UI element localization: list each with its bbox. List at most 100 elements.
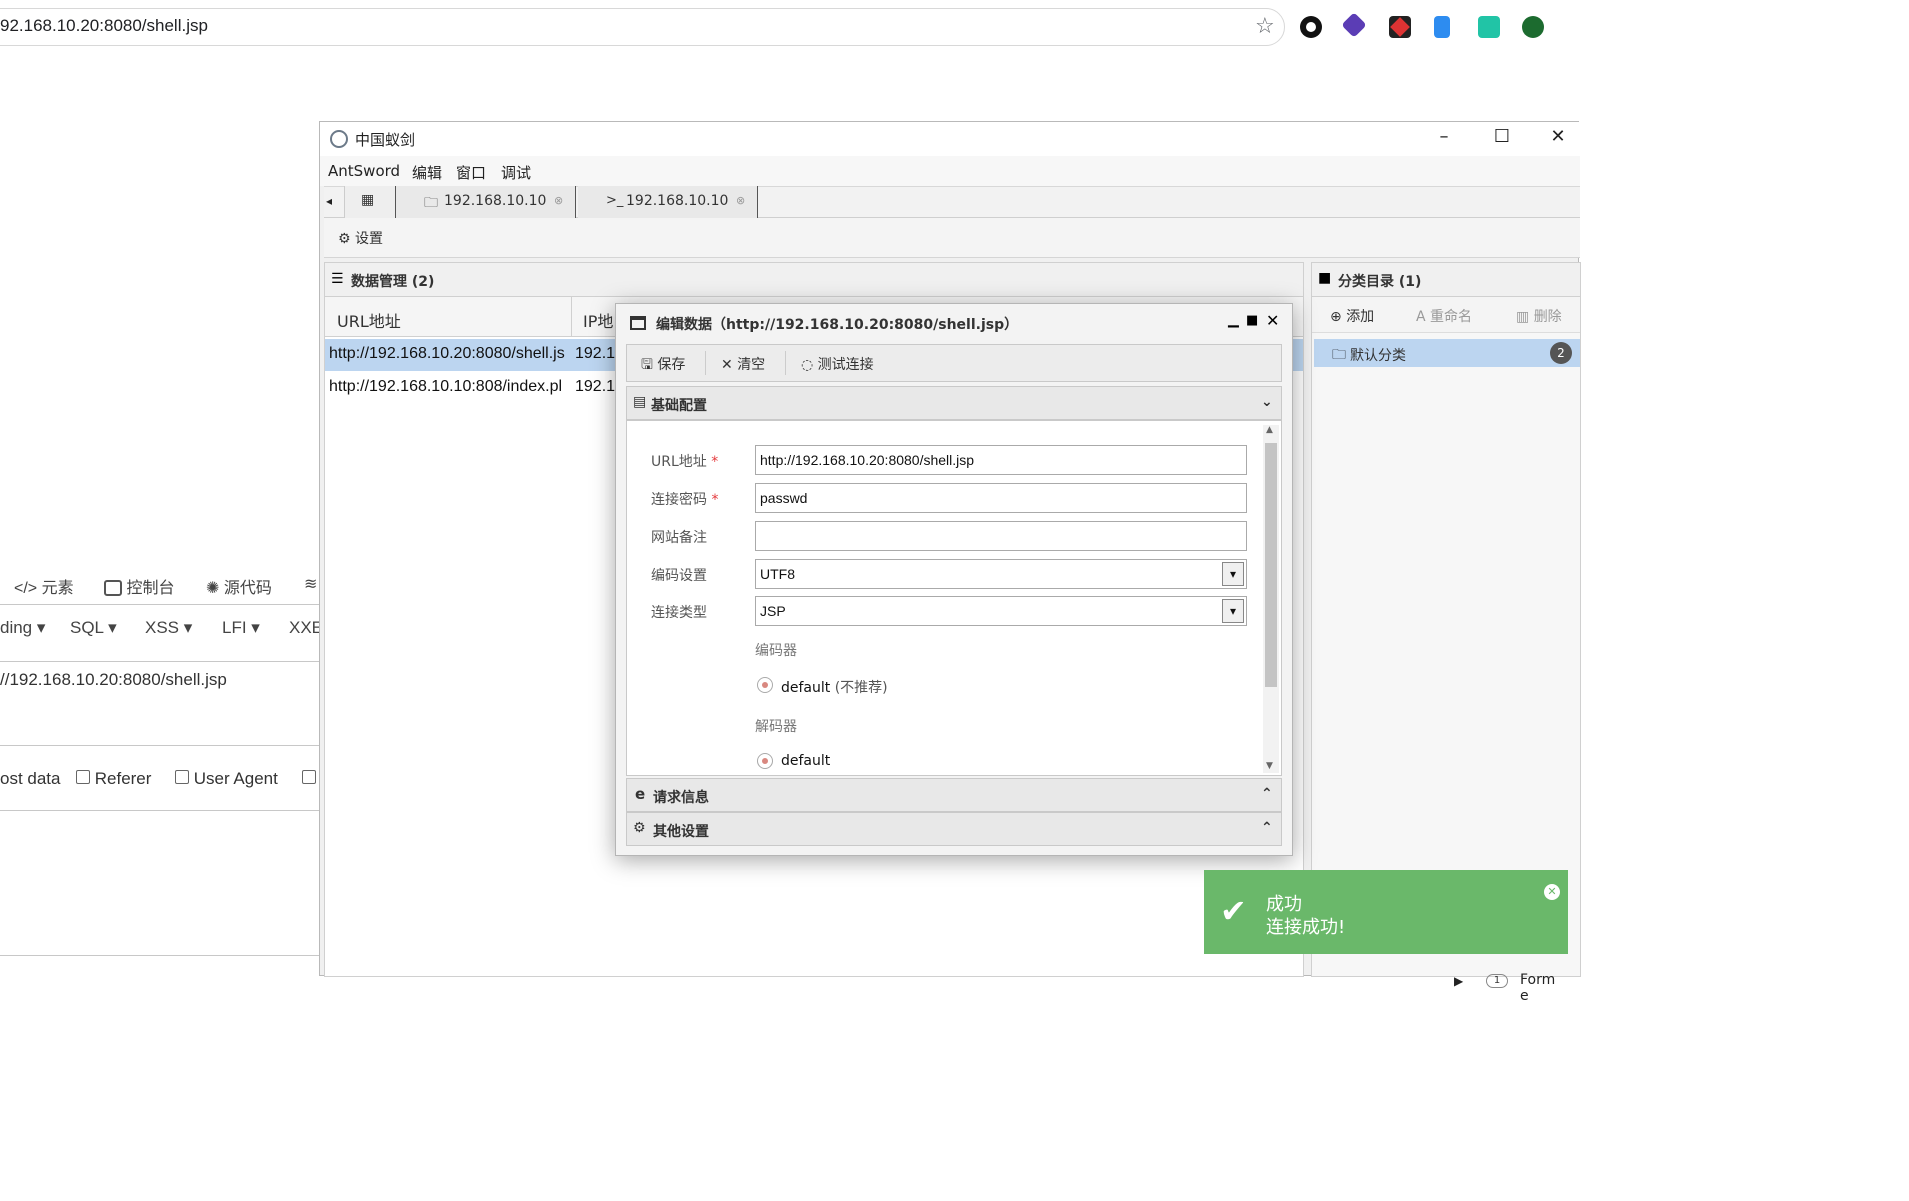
window-icon — [630, 316, 646, 330]
terminal-icon: >_ — [606, 193, 624, 208]
close-icon[interactable]: ✕ — [1546, 126, 1570, 147]
extension-globe-icon[interactable] — [1522, 16, 1544, 38]
option-referer[interactable]: Referer — [76, 769, 151, 789]
extension-terminal-icon[interactable] — [1478, 16, 1500, 38]
scroll-up-icon[interactable]: ▲ — [1266, 425, 1273, 435]
address-text[interactable]: 92.168.10.20:8080/shell.jsp — [0, 16, 208, 36]
chevron-down-icon[interactable]: ▾ — [1222, 599, 1244, 623]
scroll-down-icon[interactable]: ▼ — [1266, 761, 1273, 771]
code-icon: </> — [14, 580, 38, 597]
window-titlebar[interactable] — [320, 122, 1580, 156]
antsword-logo-icon — [330, 130, 348, 148]
password-input[interactable]: passwd — [755, 483, 1247, 513]
status-page-number: 1 — [1486, 974, 1508, 988]
more-checkbox[interactable] — [302, 770, 316, 784]
ie-icon: e — [635, 785, 646, 803]
note-input[interactable] — [755, 521, 1247, 551]
bookmark-star-icon[interactable]: ☆ — [1255, 14, 1275, 39]
chevron-up-icon: ⌃ — [1261, 786, 1273, 802]
add-category-button[interactable]: ⊕ 添加 — [1330, 306, 1374, 326]
type-label: 连接类型 — [651, 605, 707, 621]
grid-icon: ▦ — [361, 192, 375, 208]
dialog-close-icon[interactable]: ✕ — [1266, 311, 1279, 330]
category-item-default[interactable]: 🗀 默认分类 2 — [1314, 339, 1580, 367]
tab-terminal[interactable]: >_ 192.168.10.10 ⊗ — [578, 186, 758, 218]
radio-icon — [757, 753, 773, 769]
scroll-thumb[interactable] — [1265, 443, 1277, 687]
console-icon — [104, 580, 122, 596]
checkmark-icon: ✔ — [1220, 892, 1247, 930]
status-text: Form e — [1520, 972, 1556, 1004]
option-user-agent[interactable]: User Agent — [175, 769, 278, 789]
menu-lfi[interactable]: LFI ▾ — [222, 618, 260, 638]
dialog-title: 编辑数据（http://192.168.10.20:8080/shell.jsp… — [656, 317, 1019, 333]
toast-close-icon[interactable]: ✕ — [1544, 884, 1560, 900]
section-other-settings[interactable]: ⚙ 其他设置 ⌃ — [626, 812, 1282, 846]
user-agent-checkbox[interactable] — [175, 770, 189, 784]
folder-icon: 🗀 — [424, 195, 438, 211]
plus-circle-icon: ⊕ — [1330, 309, 1342, 325]
devtools-tab-console[interactable]: 控制台 — [104, 574, 174, 598]
option-more[interactable] — [302, 769, 316, 789]
extension-doc-icon[interactable] — [1434, 16, 1450, 38]
encoder-default-label[interactable]: default (不推荐) — [781, 677, 888, 697]
encoder-default-radio[interactable] — [757, 677, 773, 697]
decoder-default-radio[interactable] — [757, 753, 773, 773]
url-input[interactable]: http://192.168.10.20:8080/shell.jsp — [755, 445, 1247, 475]
menu-sql[interactable]: SQL ▾ — [70, 618, 117, 638]
menu-encoding[interactable]: ding ▾ — [0, 618, 45, 638]
menu-debug[interactable]: 调试 — [501, 162, 531, 183]
referer-checkbox[interactable] — [76, 770, 90, 784]
column-ip[interactable]: IP地 — [583, 308, 613, 332]
edit-data-dialog: 编辑数据（http://192.168.10.20:8080/shell.jsp… — [615, 303, 1293, 856]
rename-category-button[interactable]: A 重命名 — [1416, 306, 1472, 326]
menu-xss[interactable]: XSS ▾ — [145, 618, 192, 638]
type-select[interactable]: JSP ▾ — [755, 596, 1247, 626]
delete-category-button[interactable]: ▥ 删除 — [1516, 306, 1562, 326]
divider — [0, 745, 320, 746]
menu-edit[interactable]: 编辑 — [412, 162, 442, 183]
option-post-data[interactable]: ost data — [0, 769, 61, 789]
chevron-up-icon: ⌃ — [1261, 820, 1273, 836]
menu-xxe[interactable]: XXE — [289, 618, 323, 638]
devtools-tab-elements[interactable]: </> 元素 — [14, 574, 74, 598]
settings-button[interactable]: ⚙ 设置 — [338, 228, 383, 248]
chevron-down-icon[interactable]: ▾ — [1222, 562, 1244, 586]
wifi-icon[interactable]: ≋ — [304, 574, 317, 594]
encoding-select[interactable]: UTF8 ▾ — [755, 559, 1247, 589]
divider — [705, 351, 706, 375]
tab-file-manager[interactable]: 🗀 192.168.10.10 ⊗ — [396, 186, 576, 218]
form-scrollbar[interactable]: ▲ ▼ — [1263, 425, 1279, 773]
extension-scissors-icon[interactable] — [1389, 16, 1411, 38]
test-connection-button[interactable]: ◌ 测试连接 — [801, 354, 874, 374]
note-label: 网站备注 — [651, 530, 707, 546]
section-basic-config[interactable]: ▤ 基础配置 ⌄ — [626, 386, 1282, 420]
category-header: ■ 分类目录 (1) — [1312, 263, 1580, 297]
dialog-maximize-icon[interactable]: ■ — [1246, 313, 1258, 328]
category-toolbar: ⊕ 添加 A 重命名 ▥ 删除 — [1312, 297, 1580, 333]
play-icon[interactable]: ▶ — [1454, 974, 1463, 988]
devtools-tab-sources[interactable]: ✺ 源代码 — [206, 574, 272, 598]
maximize-icon[interactable]: ☐ — [1490, 126, 1514, 147]
save-button[interactable]: 🖫 保存 — [641, 354, 685, 378]
section-request-info[interactable]: e 请求信息 ⌃ — [626, 778, 1282, 812]
chevron-down-icon: ⌄ — [1261, 394, 1273, 410]
divider — [0, 661, 320, 662]
extension-circle-icon[interactable] — [1300, 16, 1322, 38]
tab-close-icon[interactable]: ⊗ — [554, 194, 563, 207]
dialog-titlebar[interactable]: 编辑数据（http://192.168.10.20:8080/shell.jsp… — [616, 304, 1292, 342]
menu-antsword[interactable]: AntSword — [328, 162, 400, 180]
clear-button[interactable]: ✕ 清空 — [721, 354, 765, 374]
tab-home[interactable]: ▦ — [344, 186, 396, 218]
folder-icon: ■ — [1318, 270, 1332, 286]
decoder-default-label[interactable]: default — [781, 753, 830, 769]
devtools-url-field[interactable]: //192.168.10.20:8080/shell.jsp — [0, 670, 227, 690]
minimize-icon[interactable]: – — [1432, 126, 1456, 147]
column-url[interactable]: URL地址 — [337, 308, 401, 332]
list-icon: ☰ — [331, 271, 344, 287]
tab-scroll-left-icon[interactable]: ◂ — [326, 194, 332, 208]
menu-window[interactable]: 窗口 — [456, 162, 486, 183]
tab-close-icon[interactable]: ⊗ — [736, 194, 745, 207]
dialog-minimize-icon[interactable]: ▁ — [1228, 312, 1239, 328]
x-icon: ✕ — [721, 357, 733, 373]
